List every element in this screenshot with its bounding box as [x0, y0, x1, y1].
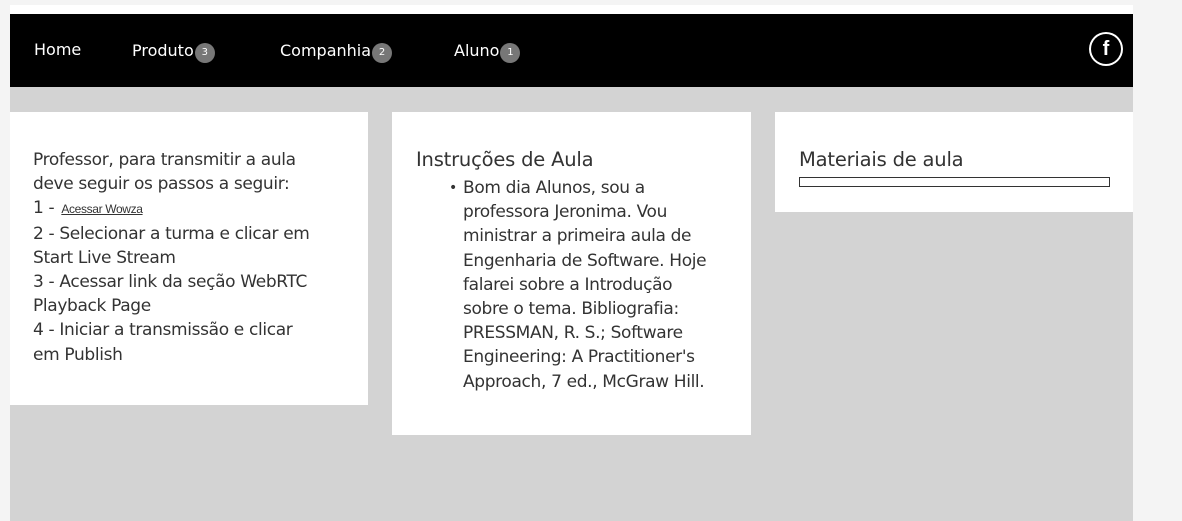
top-strip	[10, 5, 1133, 14]
professor-line-3: 1 - Acessar Wowza	[33, 196, 368, 221]
class-materials-panel: Materiais de aula	[775, 112, 1133, 212]
instructions-list-item: • Bom dia Alunos, sou a professora Jeron…	[416, 176, 751, 394]
facebook-icon[interactable]: f	[1089, 32, 1123, 66]
professor-line-1: Professor, para transmitir a aula	[33, 150, 296, 170]
class-instructions-panel: Instruções de Aula • Bom dia Alunos, sou…	[392, 112, 751, 435]
professor-line-8: 4 - Iniciar a transmissão e clicar	[33, 320, 293, 341]
instruction-line-1: Bom dia Alunos, sou a	[463, 178, 645, 198]
nav-home-label: Home	[34, 40, 82, 59]
facebook-glyph: f	[1091, 34, 1121, 64]
nav-aluno[interactable]: Aluno 1	[454, 40, 521, 63]
instruction-line-2: professora Jeronima. Vou	[463, 202, 668, 223]
instruction-line-9: Approach, 7 ed., McGraw Hill.	[463, 371, 705, 392]
instruction-line-4: Engenharia de Software. Hoje	[463, 250, 707, 271]
nav-home[interactable]: Home	[34, 40, 81, 59]
professor-line-9: em Publish	[33, 344, 123, 365]
professor-instructions-panel: Professor, para transmitir a aula deve s…	[10, 112, 368, 405]
class-instructions-title: Instruções de Aula	[416, 148, 594, 171]
professor-line-7: Playback Page	[33, 296, 151, 317]
acessar-wowza-link[interactable]: Acessar Wowza	[61, 202, 143, 216]
nav-produto-label: Produto	[132, 40, 194, 60]
instruction-line-5: falarei sobre a Introdução	[463, 274, 673, 295]
step-1-prefix: 1 -	[33, 198, 55, 219]
professor-line-2: deve seguir os passos a seguir:	[33, 174, 290, 195]
class-materials-title: Materiais de aula	[799, 148, 964, 171]
instruction-line-3: ministrar a primeira aula de	[463, 226, 692, 247]
materials-list-box	[799, 177, 1110, 187]
bullet-marker: •	[449, 180, 458, 196]
nav-produto-badge: 3	[194, 43, 215, 63]
instruction-line-7: PRESSMAN, R. S.; Software	[463, 323, 683, 344]
instruction-line-6: sobre o tema. Bibliografia:	[463, 299, 679, 320]
professor-line-6: 3 - Acessar link da seção WebRTC	[33, 272, 308, 293]
nav-aluno-label: Aluno	[454, 40, 500, 60]
right-margin	[1133, 5, 1182, 521]
instruction-line-8: Engineering: A Practitioner's	[463, 347, 695, 368]
professor-line-5: Start Live Stream	[33, 247, 176, 268]
nav-companhia[interactable]: Companhia 2	[280, 40, 393, 63]
top-navbar: Home Produto 3 Companhia 2 Aluno 1 f	[10, 14, 1133, 87]
nav-aluno-badge: 1	[500, 43, 521, 63]
nav-companhia-badge: 2	[372, 43, 393, 63]
nav-companhia-label: Companhia	[280, 40, 372, 60]
professor-line-4: 2 - Selecionar a turma e clicar em	[33, 223, 310, 244]
nav-produto[interactable]: Produto 3	[132, 40, 215, 63]
